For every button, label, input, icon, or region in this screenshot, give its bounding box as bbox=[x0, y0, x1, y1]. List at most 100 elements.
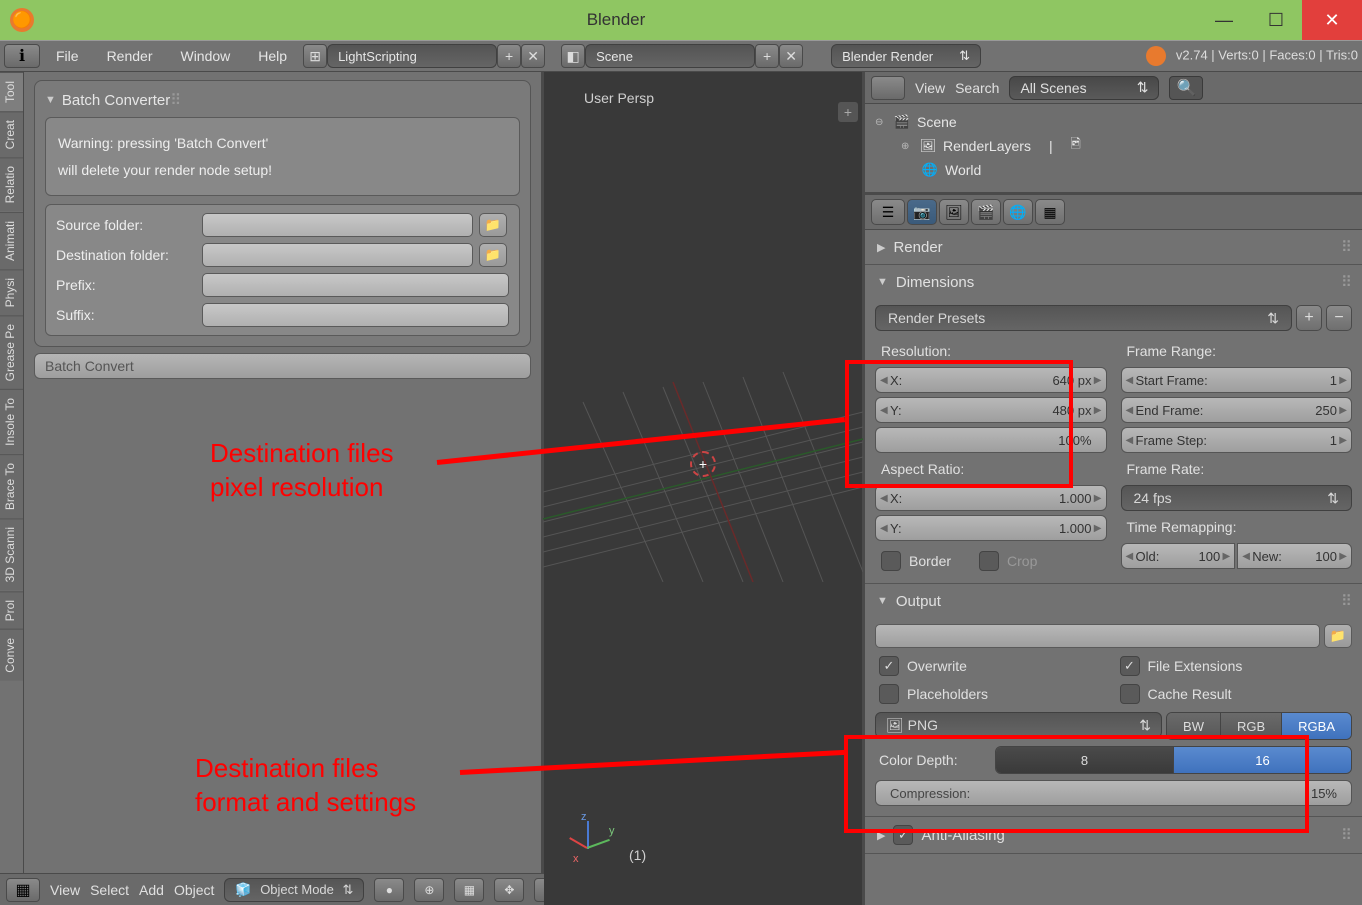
aspect-x-input[interactable]: ◀X:1.000▶ bbox=[875, 485, 1107, 511]
menu-help[interactable]: Help bbox=[246, 48, 299, 64]
shading-solid-icon[interactable]: ● bbox=[374, 878, 404, 902]
layout-dropdown[interactable]: LightScripting bbox=[327, 44, 497, 68]
outliner-menu-search[interactable]: Search bbox=[955, 80, 999, 96]
tree-renderlayers[interactable]: ⊕🖼RenderLayers|🖻 bbox=[875, 134, 1352, 158]
depth-8[interactable]: 8 bbox=[996, 747, 1174, 773]
3d-viewport[interactable]: User Persp + zyx (1) bbox=[544, 72, 862, 905]
layers-icon[interactable]: ▦ bbox=[454, 878, 484, 902]
menu-render[interactable]: Render bbox=[95, 48, 165, 64]
tab-texture[interactable]: ▦ bbox=[1035, 199, 1065, 225]
dest-folder-browse-button[interactable] bbox=[479, 243, 507, 267]
vtab-tool[interactable]: Tool bbox=[0, 72, 23, 111]
tab-renderlayers[interactable]: 🖼 bbox=[939, 199, 969, 225]
fps-dropdown[interactable]: 24 fps⇅ bbox=[1121, 485, 1353, 511]
pivot-icon[interactable]: ⊕ bbox=[414, 878, 444, 902]
tab-world[interactable]: 🌐 bbox=[1003, 199, 1033, 225]
colormode-rgba[interactable]: RGBA bbox=[1282, 713, 1351, 739]
vtab-relations[interactable]: Relatio bbox=[0, 157, 23, 211]
preset-add-button[interactable]: + bbox=[1296, 305, 1322, 331]
depth-16[interactable]: 16 bbox=[1174, 747, 1351, 773]
info-editor-icon[interactable]: ℹ bbox=[4, 44, 40, 68]
close-button[interactable]: ✕ bbox=[1302, 0, 1362, 40]
outliner-filter-dropdown[interactable]: All Scenes⇅ bbox=[1009, 76, 1159, 100]
scene-delete-button[interactable]: ✕ bbox=[779, 44, 803, 68]
dest-folder-input[interactable] bbox=[202, 243, 473, 267]
aspect-y-input[interactable]: ◀Y:1.000▶ bbox=[875, 515, 1107, 541]
resolution-x-input[interactable]: ◀X:640 px▶ bbox=[875, 367, 1107, 393]
batch-convert-button[interactable]: Batch Convert bbox=[34, 353, 531, 379]
outliner-tree[interactable]: ⊖🎬Scene ⊕🖼RenderLayers|🖻 🌐World bbox=[865, 104, 1362, 195]
output-path-input[interactable] bbox=[875, 624, 1320, 648]
overwrite-checkbox[interactable] bbox=[879, 656, 899, 676]
source-folder-input[interactable] bbox=[202, 213, 473, 237]
tab-scene[interactable]: 🎬 bbox=[971, 199, 1001, 225]
tool-shelf: Batch Converter⠿ Warning: pressing 'Batc… bbox=[24, 72, 544, 905]
colormode-bw[interactable]: BW bbox=[1167, 713, 1221, 739]
tree-world[interactable]: 🌐World bbox=[875, 158, 1352, 182]
crop-checkbox[interactable] bbox=[979, 551, 999, 571]
vtab-animation[interactable]: Animati bbox=[0, 212, 23, 269]
minimize-button[interactable]: — bbox=[1198, 0, 1250, 40]
tab-render[interactable]: 📷 bbox=[907, 199, 937, 225]
dimensions-section-header[interactable]: ▼Dimensions⠿ bbox=[865, 265, 1362, 299]
render-section-header[interactable]: ▶Render⠿ bbox=[865, 230, 1362, 264]
layout-delete-button[interactable]: ✕ bbox=[521, 44, 545, 68]
vtab-insole[interactable]: Insole To bbox=[0, 389, 23, 454]
region-toggle-button[interactable]: + bbox=[838, 102, 858, 122]
placeholders-checkbox[interactable] bbox=[879, 684, 899, 704]
manipulator-icon[interactable]: ✥ bbox=[494, 878, 524, 902]
fileext-checkbox[interactable] bbox=[1120, 656, 1140, 676]
vtab-3dscan[interactable]: 3D Scanni bbox=[0, 518, 23, 590]
vtab-create[interactable]: Creat bbox=[0, 111, 23, 157]
resolution-label: Resolution: bbox=[875, 339, 1107, 363]
vtab-conve[interactable]: Conve bbox=[0, 629, 23, 681]
maximize-button[interactable]: ☐ bbox=[1250, 0, 1302, 40]
vtab-brace[interactable]: Brace To bbox=[0, 454, 23, 518]
end-frame-input[interactable]: ◀End Frame:250▶ bbox=[1121, 397, 1353, 423]
cacheresult-checkbox[interactable] bbox=[1120, 684, 1140, 704]
batch-converter-header[interactable]: Batch Converter⠿ bbox=[45, 91, 520, 109]
file-format-dropdown[interactable]: 🖼 PNG⇅ bbox=[875, 712, 1162, 738]
mode-dropdown[interactable]: 🧊Object Mode⇅ bbox=[224, 878, 364, 902]
output-path-browse-button[interactable] bbox=[1324, 624, 1352, 648]
render-engine-dropdown[interactable]: Blender Render⇅ bbox=[831, 44, 981, 68]
vp-menu-object[interactable]: Object bbox=[174, 882, 214, 898]
suffix-input[interactable] bbox=[202, 303, 509, 327]
resolution-y-input[interactable]: ◀Y:480 px▶ bbox=[875, 397, 1107, 423]
vtab-prol[interactable]: Prol bbox=[0, 591, 23, 629]
outliner-editor-icon[interactable] bbox=[871, 76, 905, 100]
prefix-input[interactable] bbox=[202, 273, 509, 297]
preset-remove-button[interactable]: − bbox=[1326, 305, 1352, 331]
border-checkbox[interactable] bbox=[881, 551, 901, 571]
colormode-rgb[interactable]: RGB bbox=[1221, 713, 1282, 739]
timeremap-old-input[interactable]: ◀Old:100▶ bbox=[1121, 543, 1236, 569]
aa-enable-checkbox[interactable] bbox=[893, 825, 913, 845]
vp-menu-view[interactable]: View bbox=[50, 882, 80, 898]
timeremap-new-input[interactable]: ◀New:100▶ bbox=[1237, 543, 1352, 569]
vp-menu-add[interactable]: Add bbox=[139, 882, 164, 898]
layout-browse-button[interactable]: ⊞ bbox=[303, 44, 327, 68]
scene-browse-button[interactable]: ◧ bbox=[561, 44, 585, 68]
vtab-physics[interactable]: Physi bbox=[0, 269, 23, 315]
editor-type-icon[interactable]: ▦ bbox=[6, 878, 40, 902]
menu-file[interactable]: File bbox=[44, 48, 91, 64]
start-frame-input[interactable]: ◀Start Frame:1▶ bbox=[1121, 367, 1353, 393]
vtab-grease[interactable]: Grease Pe bbox=[0, 315, 23, 389]
aa-section-header[interactable]: ▶Anti-Aliasing⠿ bbox=[865, 817, 1362, 853]
tree-scene[interactable]: ⊖🎬Scene bbox=[875, 110, 1352, 134]
output-section-header[interactable]: ▼Output⠿ bbox=[865, 584, 1362, 618]
source-folder-browse-button[interactable] bbox=[479, 213, 507, 237]
outliner-search-button[interactable]: 🔍 bbox=[1169, 76, 1203, 100]
compression-slider[interactable]: Compression:15% bbox=[875, 780, 1352, 806]
layout-add-button[interactable]: + bbox=[497, 44, 521, 68]
outliner-menu-view[interactable]: View bbox=[915, 80, 945, 96]
resolution-percent-slider[interactable]: 100% bbox=[875, 427, 1107, 453]
frame-step-input[interactable]: ◀Frame Step:1▶ bbox=[1121, 427, 1353, 453]
vp-menu-select[interactable]: Select bbox=[90, 882, 129, 898]
properties-editor-icon[interactable]: ☰ bbox=[871, 199, 905, 225]
render-presets-dropdown[interactable]: Render Presets⇅ bbox=[875, 305, 1292, 331]
scene-add-button[interactable]: + bbox=[755, 44, 779, 68]
properties-body: ▶Render⠿ ▼Dimensions⠿ Render Presets⇅ + … bbox=[865, 230, 1362, 905]
menu-window[interactable]: Window bbox=[168, 48, 242, 64]
scene-dropdown[interactable]: Scene bbox=[585, 44, 755, 68]
